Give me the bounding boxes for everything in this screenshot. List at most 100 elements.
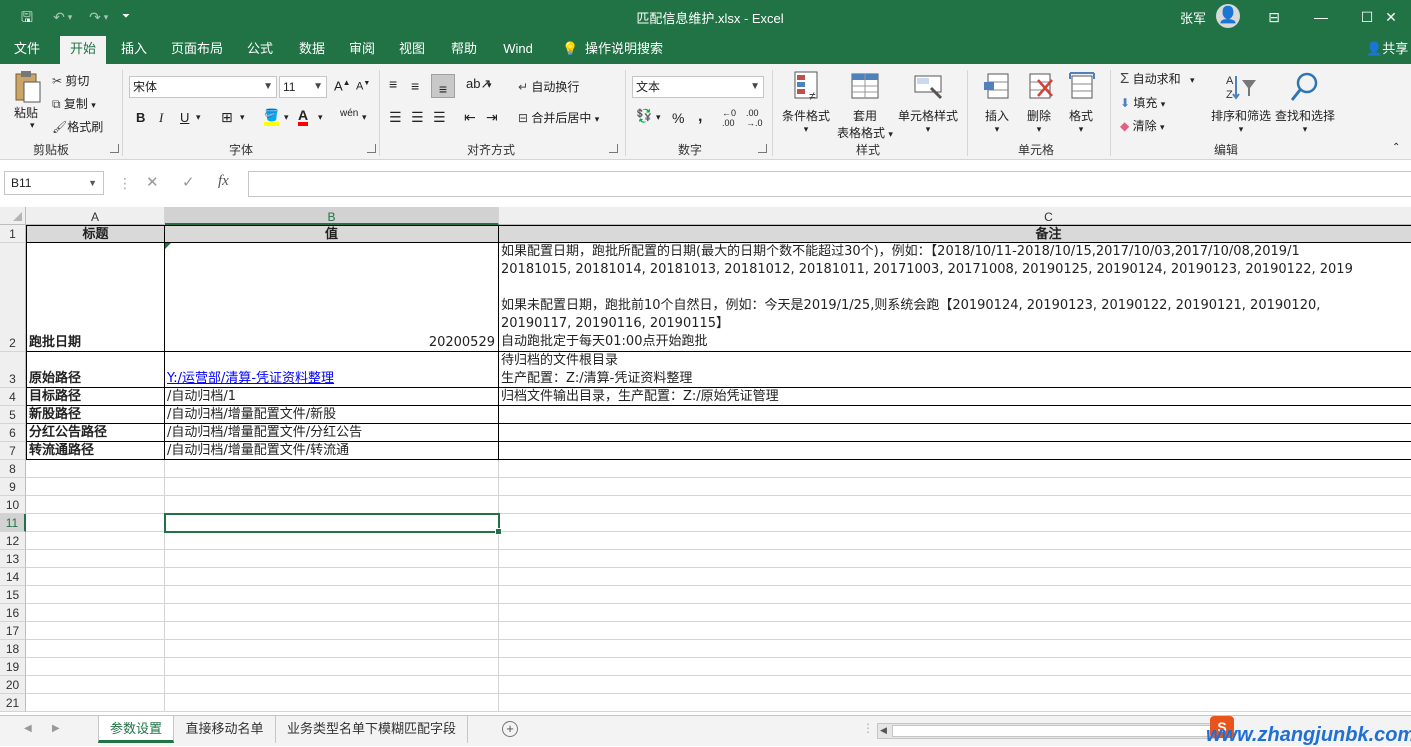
row-header[interactable]: 21 (0, 694, 26, 712)
borders-icon[interactable]: ⊞ (221, 109, 233, 126)
decrease-indent-icon[interactable]: ⇤ (464, 109, 476, 126)
number-format-dropdown[interactable]: 文本 ▼ (632, 76, 764, 98)
cell-b3-link[interactable]: Y:/运营部/清算-凭证资料整理 (167, 370, 334, 387)
scrollbar-thumb[interactable] (892, 725, 1212, 737)
minimize-button[interactable]: — (1301, 5, 1341, 29)
close-button[interactable]: ✕ (1371, 5, 1411, 29)
empty-cell[interactable] (165, 532, 499, 550)
clear-button[interactable]: ◆ 清除 ▾ (1120, 117, 1164, 134)
empty-cell[interactable] (499, 586, 1411, 604)
row-header[interactable]: 5 (0, 406, 26, 424)
font-name-dropdown[interactable]: 宋体 ▼ (129, 76, 277, 98)
empty-cell[interactable] (499, 568, 1411, 586)
align-center-icon[interactable]: ☰ (411, 109, 424, 126)
row-header[interactable]: 19 (0, 658, 26, 676)
format-as-table-button[interactable]: 套用 表格格式 ▾ (836, 70, 894, 141)
clipboard-launcher-icon[interactable] (110, 144, 119, 153)
row-header[interactable]: 10 (0, 496, 26, 514)
cell-a2[interactable]: 跑批日期 (26, 243, 165, 352)
sort-filter-button[interactable]: AZ 排序和筛选 ▾ (1208, 70, 1274, 135)
format-cells-button[interactable]: 格式 ▾ (1060, 70, 1102, 135)
autosum-button[interactable]: Σ 自动求和 ▾ (1120, 70, 1195, 87)
empty-cell[interactable] (165, 478, 499, 496)
empty-cell[interactable] (165, 496, 499, 514)
empty-cell[interactable] (499, 532, 1411, 550)
tab-help[interactable]: 帮助 (442, 34, 486, 64)
font-color-button[interactable]: A (298, 108, 309, 126)
increase-decimal-icon[interactable]: ←0.00 (722, 108, 736, 128)
tab-wind[interactable]: Wind (496, 34, 540, 64)
fill-color-dropdown-icon[interactable]: ▾ (284, 112, 289, 123)
empty-cell[interactable] (165, 586, 499, 604)
empty-cell[interactable] (499, 622, 1411, 640)
cell-a1[interactable]: 标题 (26, 225, 165, 243)
empty-cell[interactable] (499, 676, 1411, 694)
row-header[interactable]: 13 (0, 550, 26, 568)
insert-cells-button[interactable]: 插入 ▾ (976, 70, 1018, 135)
cell-a5[interactable]: 新股路径 (26, 406, 165, 424)
row-header[interactable]: 9 (0, 478, 26, 496)
empty-cell[interactable] (26, 640, 165, 658)
comma-style-button[interactable]: , (698, 108, 702, 126)
cell-a7[interactable]: 转流通路径 (26, 442, 165, 460)
fill-color-button[interactable]: 🪣 (264, 108, 279, 126)
ribbon-display-options-icon[interactable]: ⊟ (1254, 5, 1294, 29)
row-header[interactable]: 14 (0, 568, 26, 586)
save-icon[interactable]: 🖫 (16, 7, 38, 27)
formula-input[interactable] (248, 171, 1411, 197)
underline-button[interactable]: U (180, 110, 189, 125)
row-header[interactable]: 1 (0, 225, 26, 243)
user-name[interactable]: 张军 (1180, 8, 1206, 27)
empty-cell[interactable] (499, 604, 1411, 622)
empty-cell[interactable] (165, 550, 499, 568)
empty-cell[interactable] (165, 658, 499, 676)
phonetic-guide-button[interactable]: wén (340, 108, 358, 119)
empty-cell[interactable] (499, 640, 1411, 658)
align-top-icon[interactable]: ≡ (389, 76, 397, 92)
row-header[interactable]: 6 (0, 424, 26, 442)
bold-button[interactable]: B (136, 110, 145, 125)
align-bottom-icon[interactable]: ≡ (431, 74, 455, 98)
cell-a3[interactable]: 原始路径 (26, 352, 165, 388)
cell-c3[interactable]: 待归档的文件根目录 生产配置：Z:/清算-凭证资料整理 (499, 352, 1411, 388)
tab-page-layout[interactable]: 页面布局 (166, 34, 228, 64)
alignment-launcher-icon[interactable] (609, 144, 618, 153)
phonetic-dropdown-icon[interactable]: ▾ (362, 112, 367, 123)
align-left-icon[interactable]: ☰ (389, 109, 402, 126)
cell-b2[interactable]: 20200529 (165, 243, 499, 352)
borders-dropdown-icon[interactable]: ▾ (240, 112, 245, 123)
empty-cell[interactable] (26, 532, 165, 550)
empty-cell[interactable] (165, 460, 499, 478)
empty-cell[interactable] (499, 694, 1411, 712)
row-header[interactable]: 15 (0, 586, 26, 604)
shrink-font-button[interactable]: A▼ (356, 80, 370, 93)
redo-dropdown-icon[interactable]: ▾ (100, 7, 112, 27)
cell-c1[interactable]: 备注 (499, 225, 1411, 243)
add-sheet-icon[interactable]: + (502, 721, 518, 737)
find-select-button[interactable]: 查找和选择 ▾ (1274, 70, 1336, 135)
empty-cell[interactable] (26, 694, 165, 712)
empty-cell[interactable] (165, 694, 499, 712)
row-header[interactable]: 18 (0, 640, 26, 658)
empty-cell[interactable] (26, 496, 165, 514)
empty-cell[interactable] (26, 658, 165, 676)
row-header[interactable]: 2 (0, 243, 26, 352)
wrap-text-button[interactable]: ↵ 自动换行 (518, 78, 579, 95)
cell-a4[interactable]: 目标路径 (26, 388, 165, 406)
fill-button[interactable]: ⬇ 填充 ▾ (1120, 94, 1165, 111)
orientation-dropdown-icon[interactable]: ▾ (487, 80, 492, 91)
empty-cell[interactable] (26, 604, 165, 622)
align-middle-icon[interactable]: ≡ (411, 78, 419, 94)
tab-file[interactable]: 文件 (4, 34, 50, 64)
font-color-dropdown-icon[interactable]: ▾ (318, 112, 323, 123)
empty-cell[interactable] (26, 550, 165, 568)
cell-b1[interactable]: 值 (165, 225, 499, 243)
empty-cell[interactable] (499, 496, 1411, 514)
prev-sheet-icon[interactable]: ◀ (24, 723, 32, 734)
scroll-left-icon[interactable]: ◀ (880, 725, 887, 736)
row-header[interactable]: 17 (0, 622, 26, 640)
row-header[interactable]: 3 (0, 352, 26, 388)
tab-view[interactable]: 视图 (390, 34, 434, 64)
align-right-icon[interactable]: ☰ (433, 109, 446, 126)
empty-cell[interactable] (499, 478, 1411, 496)
